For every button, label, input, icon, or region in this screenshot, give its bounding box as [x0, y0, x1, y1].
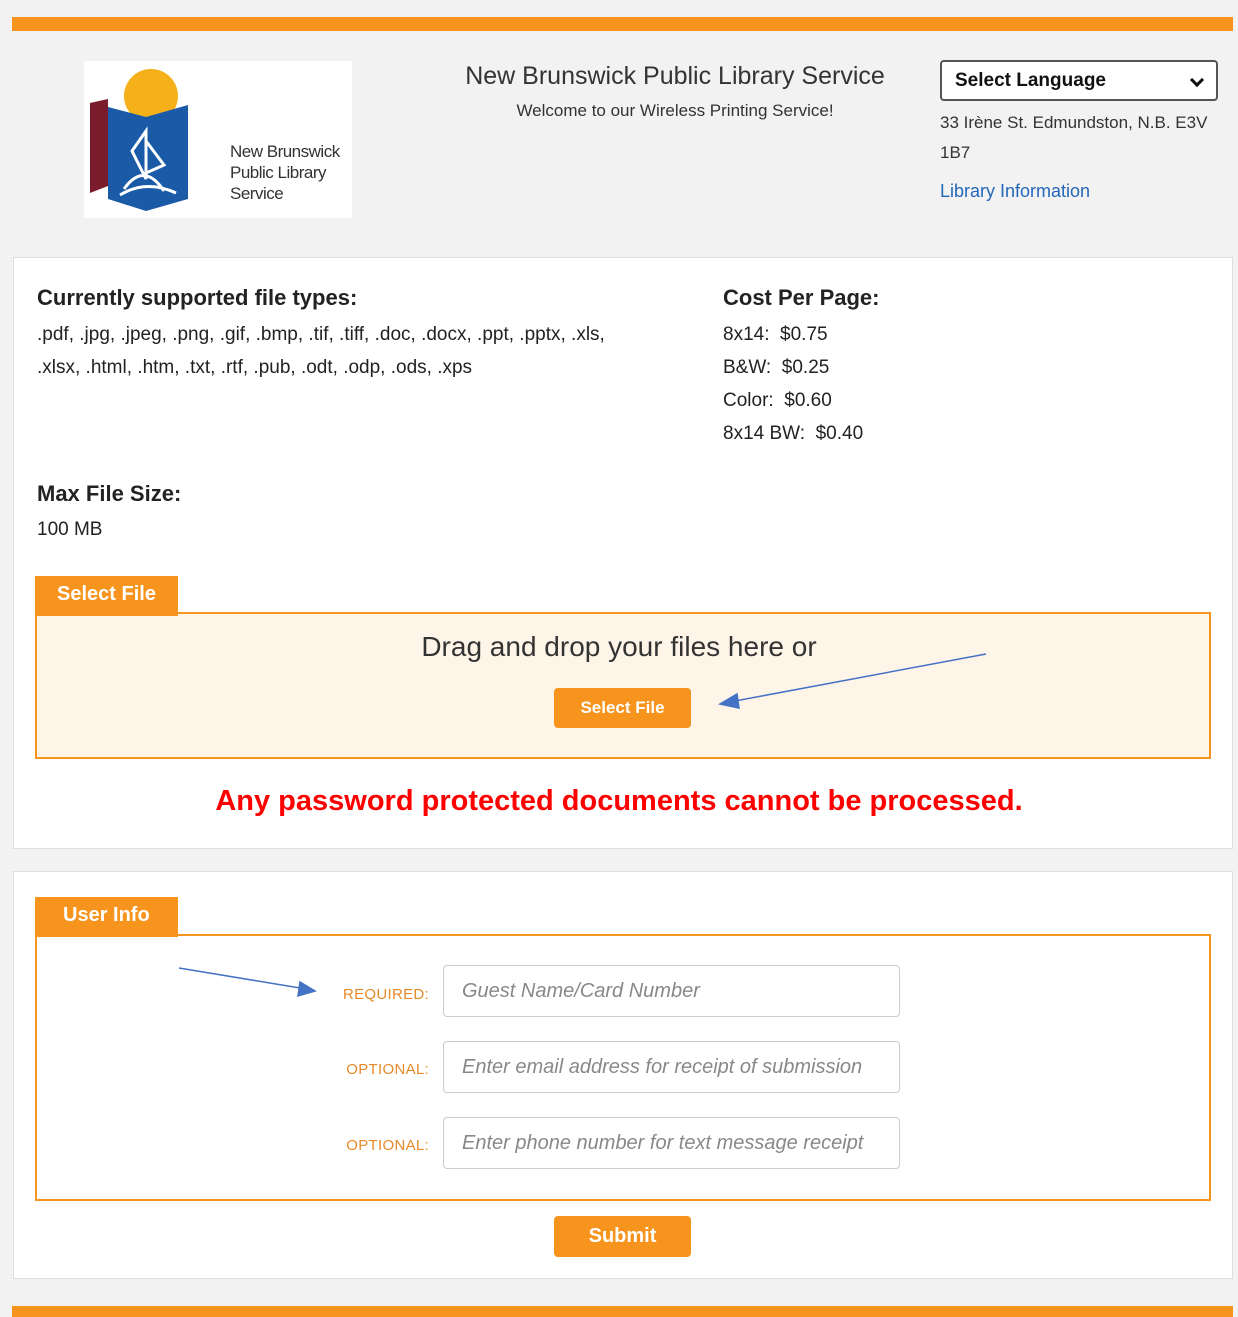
user-info-tab: User Info — [35, 897, 178, 937]
cost-label: Color: — [723, 390, 774, 411]
chevron-down-icon — [1189, 72, 1205, 88]
guest-name-card-number-input[interactable] — [443, 965, 900, 1017]
logo-line: Public Library — [230, 163, 326, 182]
file-types-line: .xlsx, .html, .htm, .txt, .rtf, .pub, .o… — [37, 357, 473, 378]
cost-per-page-heading: Cost Per Page: — [723, 285, 880, 310]
file-types-list: .pdf, .jpg, .jpeg, .png, .gif, .bmp, .ti… — [37, 318, 605, 384]
phone-input[interactable] — [443, 1117, 900, 1169]
cost-label: B&W: — [723, 357, 772, 378]
cost-label: 8x14: — [723, 324, 770, 345]
optional-label: OPTIONAL: — [346, 1061, 429, 1078]
email-input[interactable] — [443, 1041, 900, 1093]
library-information-link[interactable]: Library Information — [940, 181, 1090, 202]
max-file-size-value: 100 MB — [37, 519, 103, 540]
language-select-value: Select Language — [955, 70, 1106, 91]
password-warning: Any password protected documents cannot … — [215, 785, 1023, 817]
select-file-button[interactable]: Select File — [554, 688, 691, 728]
site-subtitle: Welcome to our Wireless Printing Service… — [516, 101, 834, 120]
top-accent-bar — [12, 17, 1233, 31]
file-types-heading: Currently supported file types: — [37, 285, 358, 310]
language-select[interactable]: Select Language — [940, 60, 1218, 101]
max-file-size-heading: Max File Size: — [37, 481, 182, 506]
cost-price: $0.40 — [815, 423, 864, 444]
select-file-tab: Select File — [35, 576, 178, 616]
file-types-line: .pdf, .jpg, .jpeg, .png, .gif, .bmp, .ti… — [37, 324, 605, 345]
submit-button[interactable]: Submit — [554, 1216, 691, 1257]
cost-price: $0.25 — [781, 357, 830, 378]
required-label: REQUIRED: — [342, 986, 429, 1003]
cost-price: $0.60 — [784, 390, 832, 411]
logo-text: New Brunswick Public Library Service — [230, 141, 340, 204]
library-logo: New Brunswick Public Library Service — [84, 61, 352, 218]
logo-line: New Brunswick — [230, 142, 340, 161]
cost-row: B&W: $0.25 — [723, 351, 863, 384]
cost-row: 8x14 BW: $0.40 — [723, 417, 863, 450]
cost-row: 8x14: $0.75 — [723, 318, 863, 351]
library-address: 33 Irène St. Edmundston, N.B. E3V 1B7 — [940, 113, 1208, 162]
cost-list: 8x14: $0.75 B&W: $0.25 Color: $0.60 8x14… — [723, 318, 863, 450]
cost-row: Color: $0.60 — [723, 384, 863, 417]
optional-label: OPTIONAL: — [346, 1137, 429, 1154]
bottom-accent-bar — [12, 1306, 1233, 1317]
drop-instructions: Drag and drop your files here or — [421, 631, 817, 662]
cost-label: 8x14 BW: — [723, 423, 806, 444]
cost-price: $0.75 — [780, 324, 828, 345]
logo-line: Service — [230, 184, 284, 203]
site-title: New Brunswick Public Library Service — [465, 62, 885, 90]
